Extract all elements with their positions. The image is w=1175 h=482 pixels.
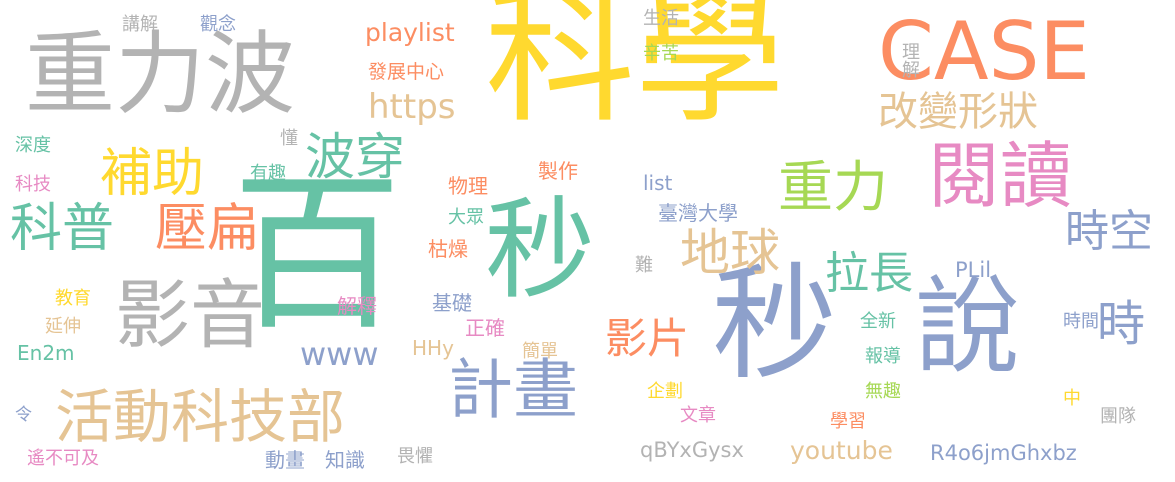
word-cloud-term: PLil <box>955 258 992 282</box>
word-cloud-term: 活動科技部 <box>55 383 346 451</box>
word-cloud-term: 報導 <box>865 346 901 367</box>
word-cloud-term: 生活 <box>643 8 679 29</box>
word-cloud-term: 解釋 <box>337 294 377 318</box>
word-cloud-term: 觀念 <box>200 14 236 35</box>
word-cloud-term: youtube <box>790 436 893 465</box>
word-cloud-term: 中 <box>1063 388 1081 409</box>
word-cloud-term: 動畫 <box>265 448 305 472</box>
word-cloud-term: 波穿 <box>305 128 405 186</box>
word-cloud-term: 補助 <box>100 144 205 204</box>
word-cloud-term: playlist <box>365 18 455 47</box>
word-cloud-term: 壓扁 <box>155 199 260 259</box>
word-cloud-term: 大眾 <box>448 207 484 228</box>
word-cloud-term: R4o6jmGhxbz <box>930 441 1077 465</box>
word-cloud-term: 拉長 <box>825 248 913 299</box>
word-cloud-term: 秒 <box>485 186 595 314</box>
word-cloud-term: 科學 <box>485 0 786 144</box>
word-cloud-term: 無趣 <box>865 381 901 402</box>
word-cloud-term: HHy <box>412 336 454 360</box>
word-cloud-term: 知識 <box>325 448 365 472</box>
word-cloud-term: 影片 <box>605 314 690 363</box>
word-cloud-term: list <box>643 171 673 195</box>
word-cloud-term: 科普 <box>10 199 115 259</box>
word-cloud-term: 深度 <box>15 135 51 156</box>
word-cloud-term: 辛苦 <box>643 43 679 64</box>
word-cloud-term: 理解 <box>899 42 920 78</box>
word-cloud-term: 正確 <box>465 316 505 340</box>
word-cloud-term: 文章 <box>680 405 716 426</box>
word-cloud-term: 時 <box>1088 298 1144 346</box>
word-cloud-term: 發展中心 <box>368 61 445 83</box>
word-cloud-term: 教育 <box>55 288 91 309</box>
word-cloud-term: 簡單 <box>522 341 558 362</box>
word-cloud-term: 令 <box>15 405 32 425</box>
word-cloud-term: https <box>368 87 456 127</box>
word-cloud-term: 懂 <box>280 128 298 149</box>
word-cloud-term: 時間 <box>1063 311 1099 332</box>
word-cloud-term: 延伸 <box>45 316 81 337</box>
word-cloud-term: www <box>300 335 379 373</box>
word-cloud-term: 講解 <box>122 14 158 35</box>
word-cloud-term: 說 <box>915 266 1021 388</box>
word-cloud-term: 時空 <box>1065 206 1153 257</box>
word-cloud-term: 有趣 <box>250 163 286 184</box>
word-cloud-term: 影音 <box>115 271 266 359</box>
word-cloud-term: 重力 <box>778 155 889 219</box>
word-cloud-term: 地球 <box>680 224 780 282</box>
word-cloud-term: 畏懼 <box>397 446 433 467</box>
word-cloud-term: 基礎 <box>432 291 472 315</box>
word-cloud-term: 閱讀 <box>928 134 1073 218</box>
word-cloud-term: 製作 <box>538 159 578 183</box>
word-cloud-term: 遙不可及 <box>27 448 99 469</box>
word-cloud-term: 物理 <box>448 174 488 198</box>
word-cloud-term: qBYxGysx <box>640 438 744 462</box>
word-cloud: 科學百秒秒說重力波 CASE 閱讀 影音 計畫 活動科技部 科普 壓扁 補助 重力 波穿 地球 拉長 改變… <box>0 0 1175 482</box>
word-cloud-term: 枯燥 <box>428 237 468 261</box>
word-cloud-term: 全新 <box>860 311 896 332</box>
word-cloud-term: 臺灣大學 <box>658 201 738 225</box>
word-cloud-term: 重力波 <box>25 22 295 127</box>
word-cloud-term: 企劃 <box>647 381 683 402</box>
word-cloud-term: 科技 <box>15 174 51 195</box>
word-cloud-term: 學習 <box>830 411 866 432</box>
word-cloud-term: 改變形狀 <box>878 89 1038 135</box>
word-cloud-term: 計畫 <box>448 353 579 428</box>
word-cloud-term: 難 <box>632 255 653 273</box>
word-cloud-term: 團隊 <box>1100 406 1136 427</box>
word-cloud-term: En2m <box>17 341 75 365</box>
